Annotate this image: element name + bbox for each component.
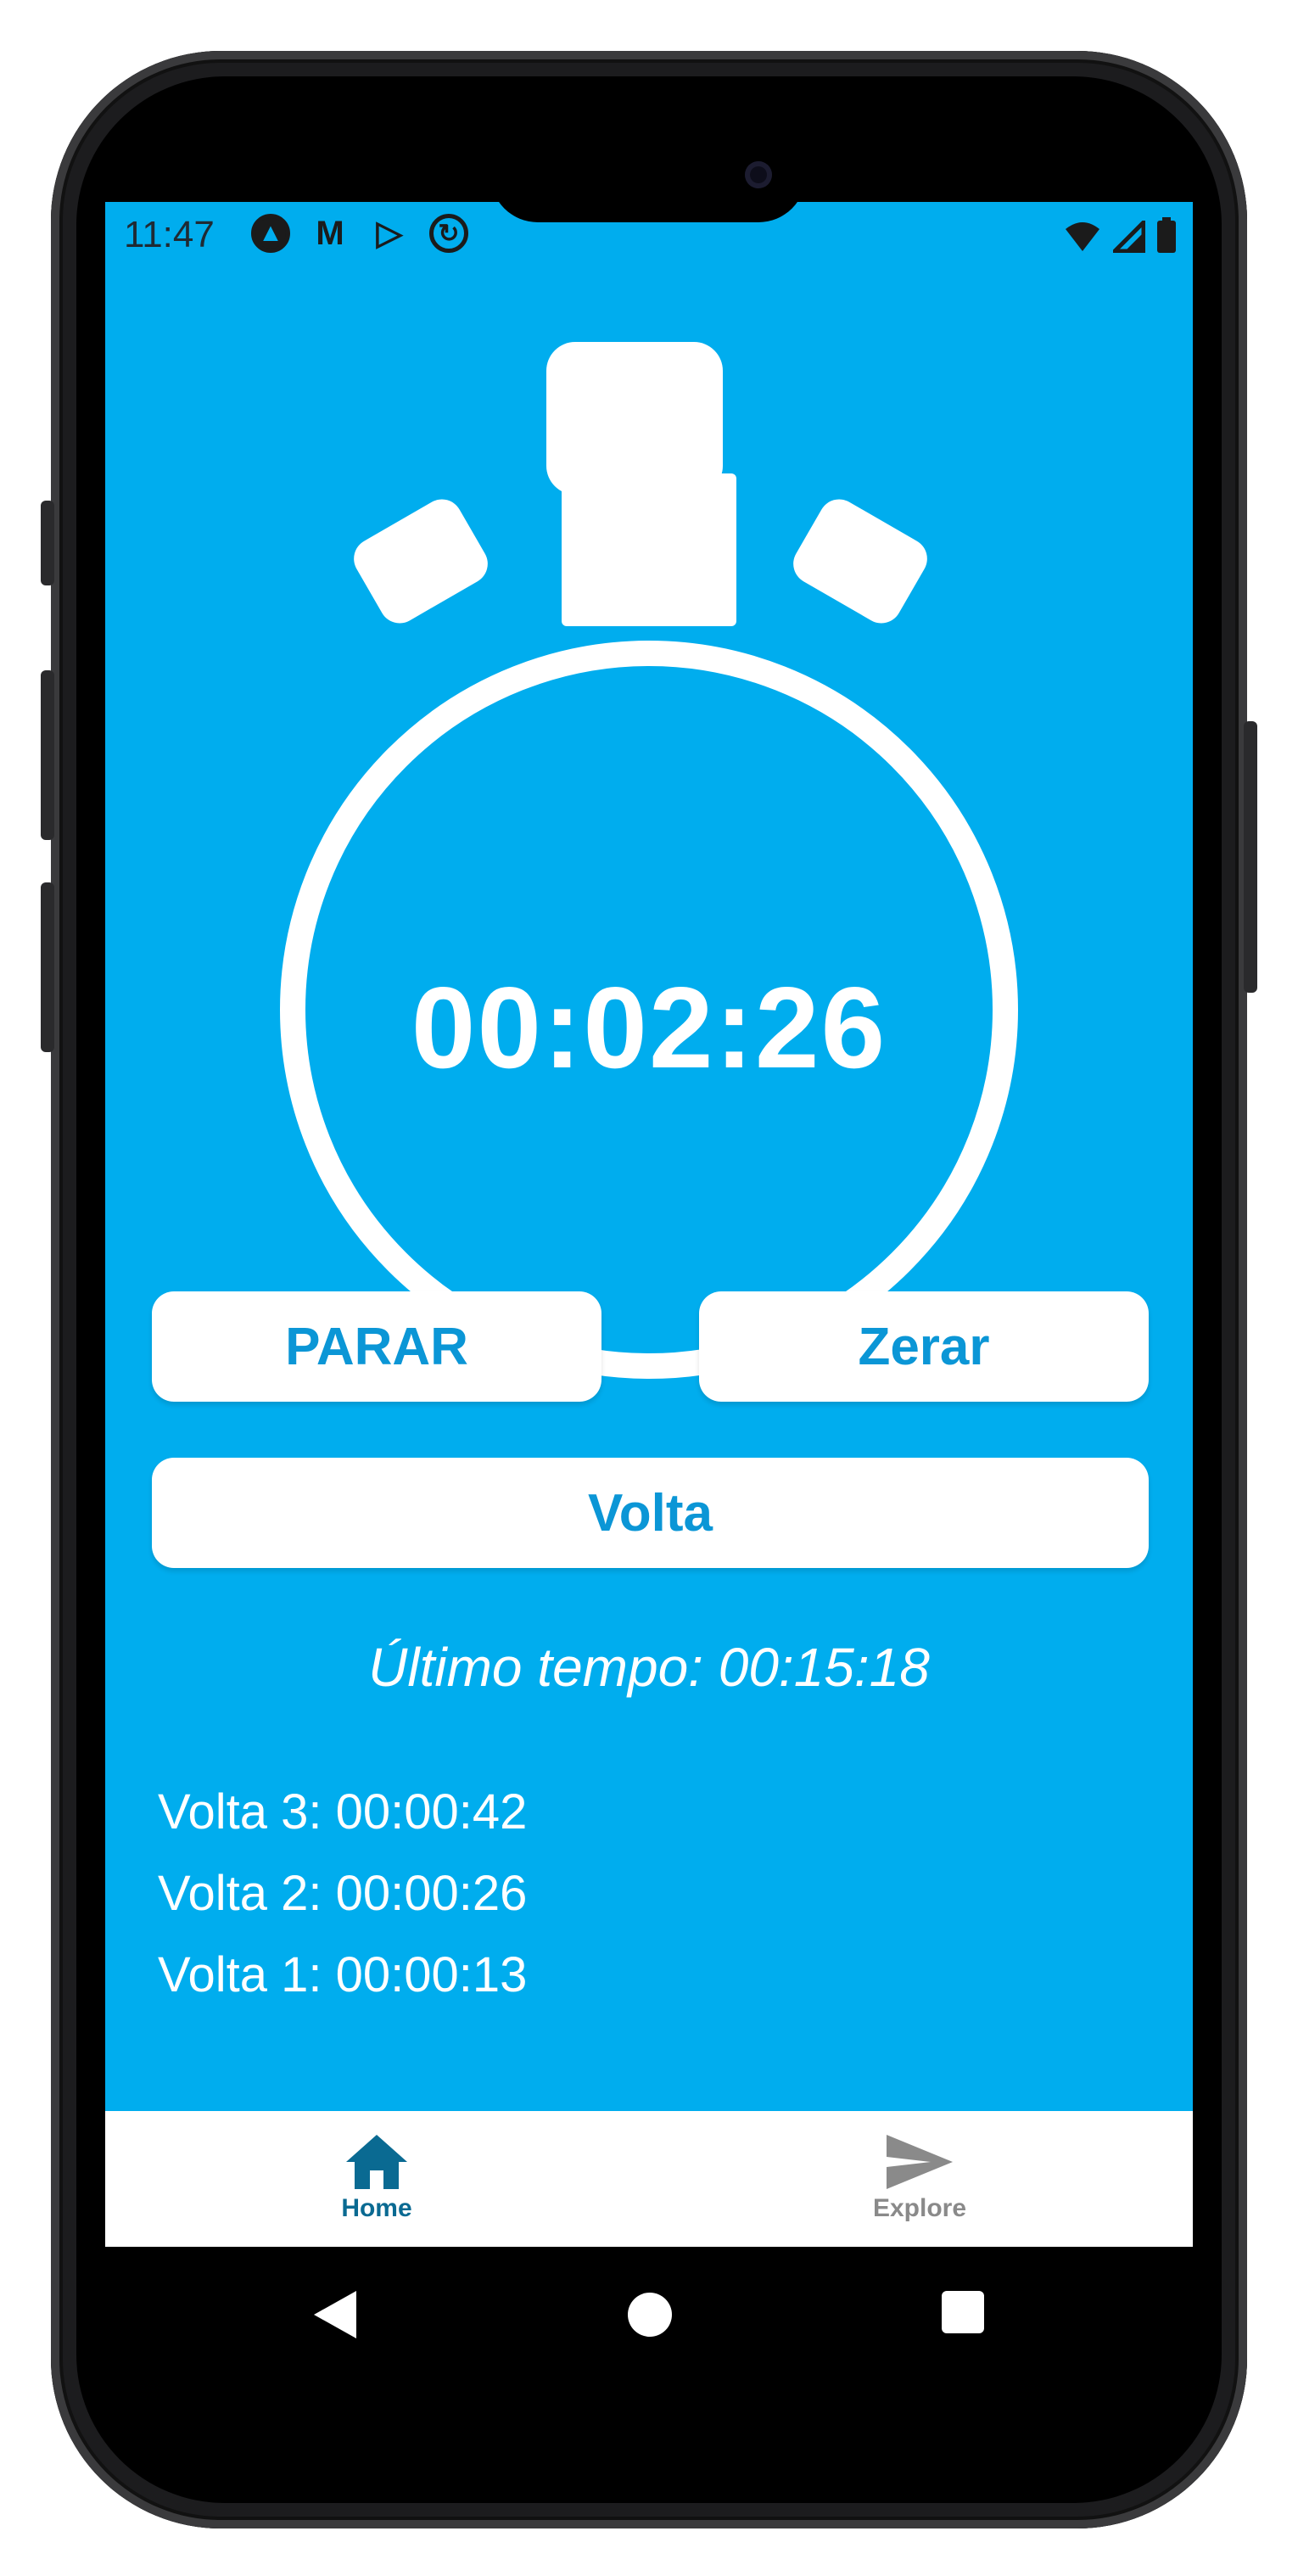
tab-home[interactable]: Home bbox=[207, 2111, 546, 2247]
action-button bbox=[41, 501, 54, 585]
system-nav-bar bbox=[105, 2247, 1193, 2391]
app-screen: 11:47 ▲ M ▷ ↻ 00:02:26 PARAR Zerar Volta… bbox=[105, 202, 1193, 2247]
home-circle-icon[interactable] bbox=[624, 2289, 675, 2340]
send-icon bbox=[887, 2135, 953, 2189]
lap-list: Volta 3: 00:00:42 Volta 2: 00:00:26 Volt… bbox=[158, 1772, 527, 2016]
timer-display: 00:02:26 bbox=[411, 963, 887, 1092]
stopwatch-right-button-icon bbox=[793, 499, 927, 624]
battery-icon bbox=[1157, 217, 1176, 253]
status-time: 11:47 bbox=[124, 214, 215, 255]
reset-button[interactable]: Zerar bbox=[699, 1291, 1149, 1402]
recents-icon[interactable] bbox=[940, 2289, 986, 2337]
dynamic-island bbox=[490, 127, 806, 222]
android-auto-icon: ▲ bbox=[251, 214, 290, 253]
lap-item: Volta 3: 00:00:42 bbox=[158, 1784, 528, 1840]
tab-explore-label: Explore bbox=[872, 2194, 967, 2222]
stopwatch-crown-icon bbox=[546, 342, 736, 626]
play-store-icon: ▷ bbox=[376, 215, 403, 252]
last-time-label: Último tempo: 00:15:18 bbox=[368, 1637, 930, 1698]
power-button bbox=[1244, 721, 1257, 993]
lap-button[interactable]: Volta bbox=[152, 1458, 1149, 1568]
stop-button[interactable]: PARAR bbox=[152, 1291, 601, 1402]
wifi-icon bbox=[1066, 222, 1099, 251]
gmail-icon: M bbox=[316, 214, 344, 252]
home-icon bbox=[346, 2135, 407, 2189]
stopwatch-left-button-icon bbox=[354, 499, 488, 624]
bottom-tab-bar: Home Explore bbox=[105, 2111, 1193, 2247]
volume-up-button bbox=[41, 670, 54, 840]
front-camera-icon bbox=[745, 161, 772, 188]
back-icon[interactable] bbox=[311, 2289, 358, 2340]
tab-explore[interactable]: Explore bbox=[750, 2111, 1089, 2247]
stopwatch-graphic bbox=[280, 342, 1018, 1379]
notification-icons: ▲ M ▷ ↻ bbox=[251, 214, 468, 253]
lap-item: Volta 1: 00:00:13 bbox=[158, 1947, 528, 2002]
sync-icon: ↻ bbox=[429, 214, 468, 253]
tab-home-label: Home bbox=[341, 2194, 412, 2222]
system-icons bbox=[1064, 217, 1176, 253]
volume-down-button bbox=[41, 882, 54, 1052]
lap-item: Volta 2: 00:00:26 bbox=[158, 1866, 528, 1921]
signal-icon bbox=[1113, 221, 1145, 253]
